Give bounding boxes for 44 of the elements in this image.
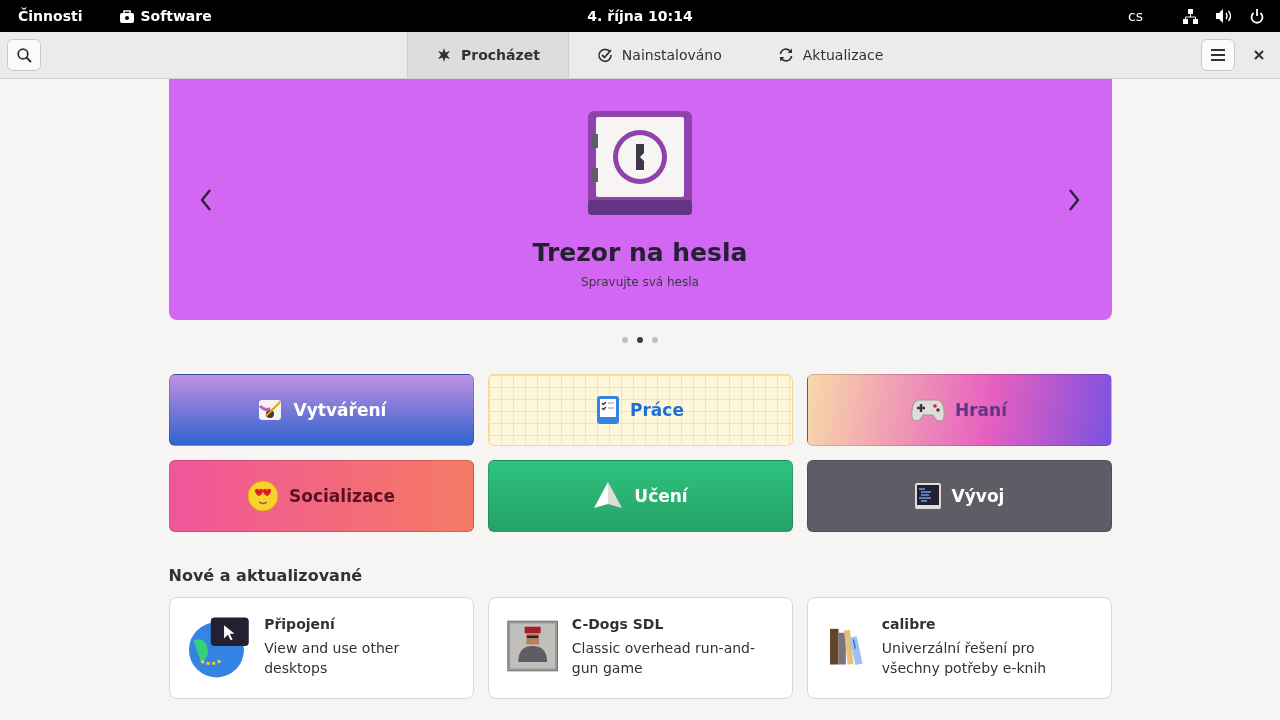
carousel-dot[interactable] (652, 337, 658, 343)
app-card[interactable]: calibre Univerzální řešení pro všechny potřeby e-knih (806, 597, 1112, 699)
carousel-dot[interactable] (637, 337, 643, 343)
category-button[interactable]: Práce (487, 374, 793, 446)
safe-icon (587, 110, 693, 216)
featured-title: Trezor na hesla (532, 238, 748, 267)
app-name: C-Dogs SDL (571, 616, 665, 632)
check-circle-icon (596, 47, 613, 63)
heart-eyes-face-icon (247, 480, 280, 512)
volume-icon[interactable] (1216, 9, 1232, 23)
power-icon[interactable] (1250, 8, 1264, 24)
app-card[interactable]: C-Dogs SDL Classic overhead run-and-gun game (487, 597, 793, 699)
close-icon (1254, 50, 1264, 60)
menu-button[interactable] (1201, 39, 1235, 71)
app-description: Classic overhead run-and-gun game (571, 639, 757, 678)
app-description: View and use other desktops (264, 639, 401, 678)
carousel-dot[interactable] (622, 337, 628, 343)
search-button[interactable] (7, 39, 41, 71)
featured-banner[interactable]: Trezor na hesla Spravujte svá hesla (168, 79, 1112, 320)
refresh-icon (777, 47, 794, 63)
featured-subtitle: Spravujte svá hesla (581, 275, 699, 289)
gamepad-icon (911, 397, 945, 423)
category-button[interactable]: Vytváření (168, 374, 474, 446)
view-tab[interactable]: Aktualizace (749, 32, 912, 78)
view-tab[interactable]: Procházet (407, 32, 569, 78)
app-name: Připojení (264, 616, 336, 632)
search-icon (16, 47, 32, 63)
terminal-icon (913, 482, 942, 510)
menu-icon (1211, 49, 1225, 61)
app-description: Univerzální řešení pro všechny potřeby e-knih (881, 639, 1048, 678)
shopping-bag-icon (120, 9, 135, 23)
app-name: calibre (881, 616, 937, 632)
category-button[interactable]: Vývoj (806, 460, 1112, 532)
app-card[interactable]: Připojení View and use other desktops (168, 597, 474, 699)
network-icon[interactable] (1183, 8, 1198, 24)
app-menu[interactable]: Software (140, 8, 212, 24)
category-button[interactable]: Socializace (168, 460, 474, 532)
activities-button[interactable]: Činnosti (18, 8, 83, 24)
keyboard-language[interactable]: cs (1128, 8, 1143, 24)
view-tab[interactable]: Nainstalováno (568, 32, 750, 78)
compass-star-icon (436, 47, 452, 63)
checklist-icon (596, 395, 621, 425)
clock[interactable]: 4. října 10:14 (587, 8, 693, 24)
section-heading: Nové a aktualizované (168, 566, 364, 585)
